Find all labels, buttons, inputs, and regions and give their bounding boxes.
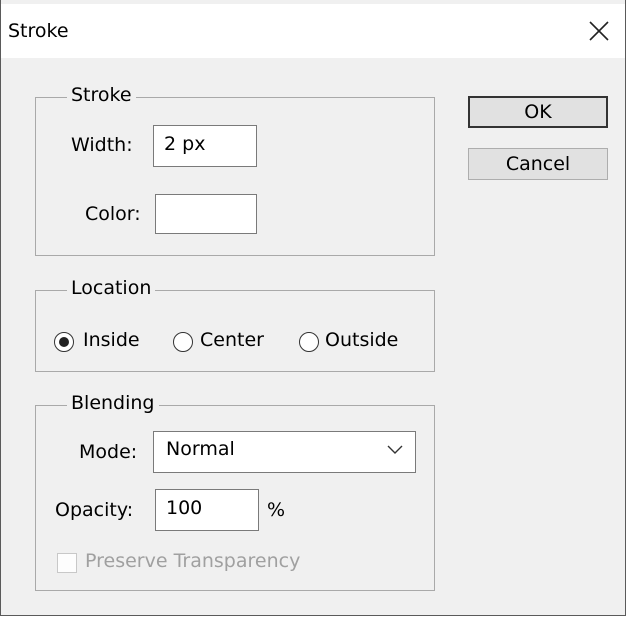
mode-label: Mode: — [79, 441, 138, 463]
radio-center-label[interactable]: Center — [200, 329, 264, 351]
radio-outside-label[interactable]: Outside — [325, 329, 398, 351]
cancel-button[interactable]: Cancel — [468, 148, 608, 180]
mode-select-value: Normal — [166, 438, 235, 460]
stroke-dialog: Stroke OK Cancel Stroke Width: 2 px Colo… — [0, 0, 626, 616]
width-input[interactable]: 2 px — [153, 125, 257, 167]
close-button[interactable] — [581, 14, 617, 48]
radio-center[interactable] — [173, 332, 193, 352]
opacity-unit: % — [267, 499, 286, 521]
preserve-transparency-checkbox[interactable] — [57, 553, 77, 573]
ok-button[interactable]: OK — [468, 96, 608, 128]
radio-selected-dot — [59, 337, 69, 347]
dialog-title: Stroke — [8, 20, 69, 42]
color-swatch[interactable] — [155, 194, 257, 234]
blending-group-legend: Blending — [67, 392, 159, 414]
location-group-legend: Location — [67, 277, 156, 299]
mode-select[interactable]: Normal — [153, 431, 416, 473]
radio-outside[interactable] — [299, 332, 319, 352]
radio-inside[interactable] — [54, 332, 74, 352]
opacity-input[interactable]: 100 — [155, 489, 259, 531]
stroke-group-legend: Stroke — [67, 84, 136, 106]
width-label: Width: — [71, 134, 133, 156]
radio-inside-label[interactable]: Inside — [83, 329, 140, 351]
title-bar: Stroke — [1, 4, 625, 58]
preserve-transparency-label: Preserve Transparency — [85, 550, 301, 572]
color-label: Color: — [85, 203, 141, 225]
opacity-label: Opacity: — [55, 499, 134, 521]
close-icon — [589, 21, 609, 41]
chevron-down-icon — [387, 445, 403, 454]
